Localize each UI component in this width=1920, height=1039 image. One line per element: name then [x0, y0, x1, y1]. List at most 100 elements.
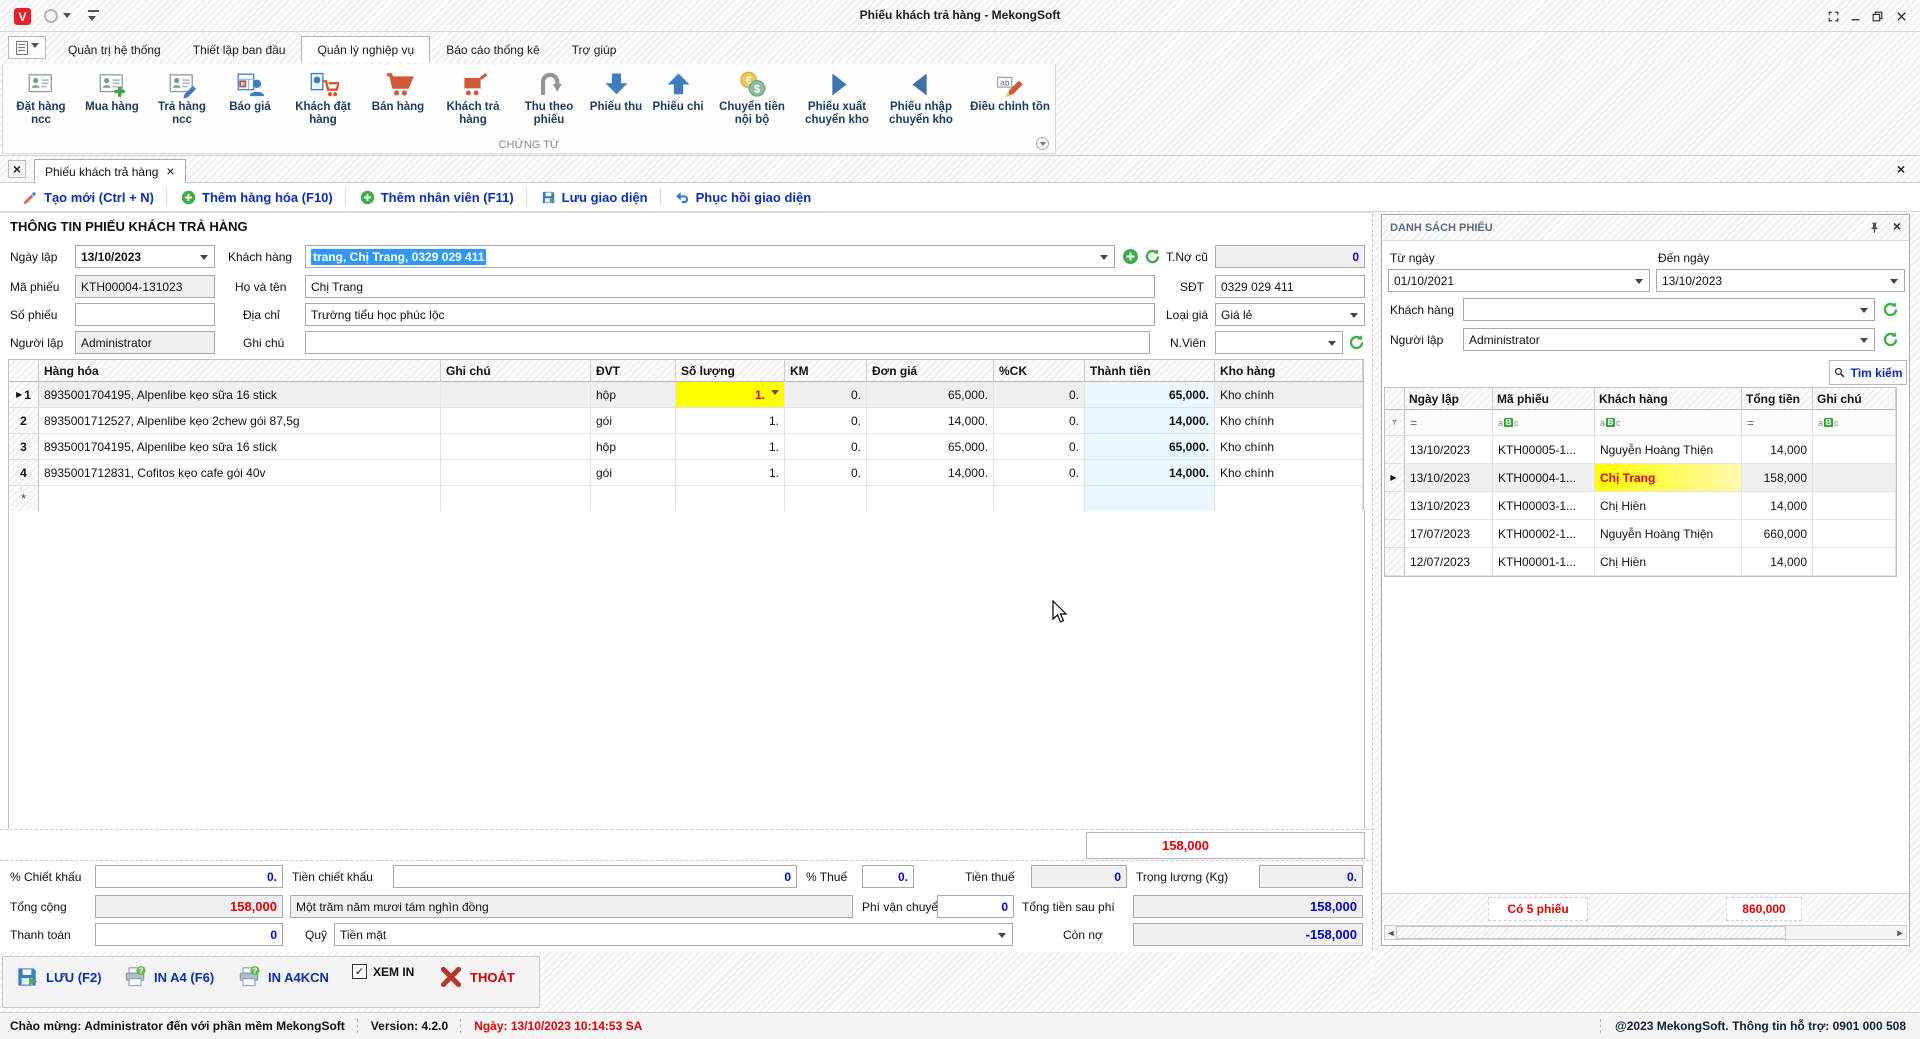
new-row-cell[interactable] [676, 486, 785, 512]
cell-ten[interactable]: 8935001712831, Cofitos kẹo cafe gói 40v [39, 460, 441, 486]
cell-kh[interactable]: Chị Hiền [1595, 548, 1742, 576]
cell-ma[interactable]: KTH00004-1... [1493, 464, 1595, 492]
cell-tien[interactable]: 14,000 [1742, 548, 1813, 576]
menu-tab-bao-cao[interactable]: Báo cáo thống kê [430, 36, 555, 64]
panel-khach-hang-combo[interactable] [1463, 298, 1875, 321]
new-row-cell[interactable] [441, 486, 591, 512]
cell-tien[interactable]: 14,000 [1742, 436, 1813, 464]
row-indicator[interactable]: 1 [9, 382, 39, 408]
tu-ngay-field[interactable]: 01/10/2021 [1388, 269, 1650, 292]
cell-kho[interactable]: Kho chính [1215, 434, 1363, 460]
cell-ck[interactable]: 0. [994, 434, 1085, 460]
ribbon-item-phieu-thu[interactable]: Phiếu thu [585, 66, 647, 135]
row-indicator[interactable] [1385, 492, 1405, 520]
col-ngay-lap[interactable]: Ngày lập [1405, 388, 1493, 410]
ribbon-item-phieu-nhap[interactable]: Phiếu nhập chuyển kho [879, 66, 963, 135]
tien-ck-field[interactable]: 0 [393, 865, 797, 888]
thue-field[interactable]: 0. [862, 865, 914, 888]
restore-icon[interactable] [1868, 7, 1886, 25]
cell-ghichu[interactable] [1813, 548, 1896, 576]
add-product-button[interactable]: Thêm hàng hóa (F10) [168, 189, 345, 206]
menu-tab-tro-giup[interactable]: Trợ giúp [556, 36, 633, 64]
print-a4-button[interactable]: IN A4 (F6) [122, 964, 214, 990]
cell-kho[interactable]: Kho chính [1215, 460, 1363, 486]
cell-ghichu[interactable] [1813, 464, 1896, 492]
refresh-employee-icon[interactable] [1347, 333, 1366, 352]
cell-kho[interactable]: Kho chính [1215, 382, 1363, 408]
cell-don-gia[interactable]: 65,000. [867, 382, 994, 408]
save-layout-button[interactable]: Lưu giao diện [528, 189, 660, 206]
checkbox-checked-icon[interactable] [352, 964, 367, 979]
tabbar-close-icon[interactable] [1892, 160, 1910, 178]
ribbon-item-mua-hang[interactable]: Mua hàng [77, 66, 147, 135]
exit-button[interactable]: THOÁT [438, 964, 515, 990]
col-so-luong[interactable]: Số lượng [676, 360, 785, 382]
cell-thanh-tien[interactable]: 65,000. [1085, 434, 1215, 460]
cell-ghichu[interactable] [441, 434, 591, 460]
menu-tab-quan-tri[interactable]: Quản trị hệ thống [52, 36, 177, 64]
col-ma-phieu[interactable]: Mã phiếu [1493, 388, 1595, 410]
thanh-toan-field[interactable]: 0 [95, 923, 283, 946]
col-hang-hoa[interactable]: Hàng hóa [39, 360, 441, 382]
refresh-icon[interactable] [1881, 330, 1900, 349]
add-employee-button[interactable]: Thêm nhân viên (F11) [347, 189, 526, 206]
close-all-tabs-icon[interactable] [8, 160, 26, 178]
col-kho-hang[interactable]: Kho hàng [1215, 360, 1363, 382]
chiet-khau-field[interactable]: 0. [95, 865, 283, 888]
cell-thanh-tien[interactable]: 14,000. [1085, 460, 1215, 486]
cell-thanh-tien[interactable]: 65,000. [1085, 382, 1215, 408]
cell-so-luong[interactable]: 1. [676, 460, 785, 486]
so-phieu-field[interactable] [75, 303, 215, 326]
refresh-customer-icon[interactable] [1143, 247, 1162, 266]
col-don-gia[interactable]: Đơn giá [867, 360, 994, 382]
cell-ten[interactable]: 8935001704195, Alpenlibe kẹo sữa 16 stic… [39, 434, 441, 460]
new-button[interactable]: Tạo mới (Ctrl + N) [10, 189, 166, 206]
print-a4kcn-button[interactable]: IN A4KCN [236, 964, 329, 990]
panel-splitter[interactable] [1372, 214, 1373, 950]
col-khach-hang[interactable]: Khách hàng [1595, 388, 1742, 410]
cell-dvt[interactable]: gói [591, 408, 676, 434]
cell-dvt[interactable]: gói [591, 460, 676, 486]
new-row-cell[interactable] [591, 486, 676, 512]
scroll-right-icon[interactable]: ► [1894, 928, 1906, 938]
filter-abc-cell[interactable]: aBc [1813, 410, 1896, 436]
new-row-cell[interactable] [867, 486, 994, 512]
pin-icon[interactable] [1868, 221, 1881, 237]
cell-ck[interactable]: 0. [994, 382, 1085, 408]
col-ck[interactable]: %CK [994, 360, 1085, 382]
cell-ma[interactable]: KTH00002-1... [1493, 520, 1595, 548]
cell-tien[interactable]: 158,000 [1742, 464, 1813, 492]
add-customer-icon[interactable] [1121, 247, 1140, 266]
cell-kh-selected[interactable]: Chị Trang [1595, 464, 1742, 492]
fullscreen-icon[interactable] [1824, 7, 1842, 25]
cell-ten[interactable]: 8935001712527, Alpenlibe kẹo 2chew gói 8… [39, 408, 441, 434]
xem-in-checkbox[interactable]: XEM IN [352, 964, 414, 979]
new-row-cell[interactable] [1215, 486, 1363, 512]
scrollbar-thumb[interactable] [1396, 926, 1786, 939]
cell-so-luong[interactable]: 1. [676, 408, 785, 434]
cell-ghichu[interactable] [441, 460, 591, 486]
col-km[interactable]: KM [785, 360, 867, 382]
cell-km[interactable]: 0. [785, 460, 867, 486]
cell-so-luong[interactable]: 1. [676, 434, 785, 460]
phi-vc-field[interactable]: 0 [937, 895, 1014, 918]
cell-km[interactable]: 0. [785, 434, 867, 460]
cell-ngay[interactable]: 17/07/2023 [1405, 520, 1493, 548]
cell-kho[interactable]: Kho chính [1215, 408, 1363, 434]
cell-kh[interactable]: Nguyễn Hoàng Thiện [1595, 436, 1742, 464]
ghi-chu-field[interactable] [305, 331, 1150, 354]
new-row-cell[interactable] [785, 486, 867, 512]
menu-tab-thiet-lap[interactable]: Thiết lập ban đầu [177, 36, 302, 64]
filter-equals-cell[interactable]: = [1405, 410, 1493, 436]
row-indicator[interactable]: 2 [9, 408, 39, 434]
ribbon-item-chuyen-tien[interactable]: Chuyển tiền nội bộ [709, 66, 795, 135]
col-ghi-chu[interactable]: Ghi chú [441, 360, 591, 382]
cell-ghichu[interactable] [1813, 436, 1896, 464]
col-tong-tien[interactable]: Tổng tiền [1742, 388, 1813, 410]
cell-don-gia[interactable]: 65,000. [867, 434, 994, 460]
row-indicator[interactable] [1385, 436, 1405, 464]
ribbon-item-khach-dat-hang[interactable]: Khách đặt hàng [283, 66, 363, 135]
ribbon-item-khach-tra-hang[interactable]: Khách trả hàng [433, 66, 513, 135]
ribbon-item-phieu-xuat[interactable]: Phiếu xuất chuyển kho [795, 66, 879, 135]
col-dvt[interactable]: ĐVT [591, 360, 676, 382]
